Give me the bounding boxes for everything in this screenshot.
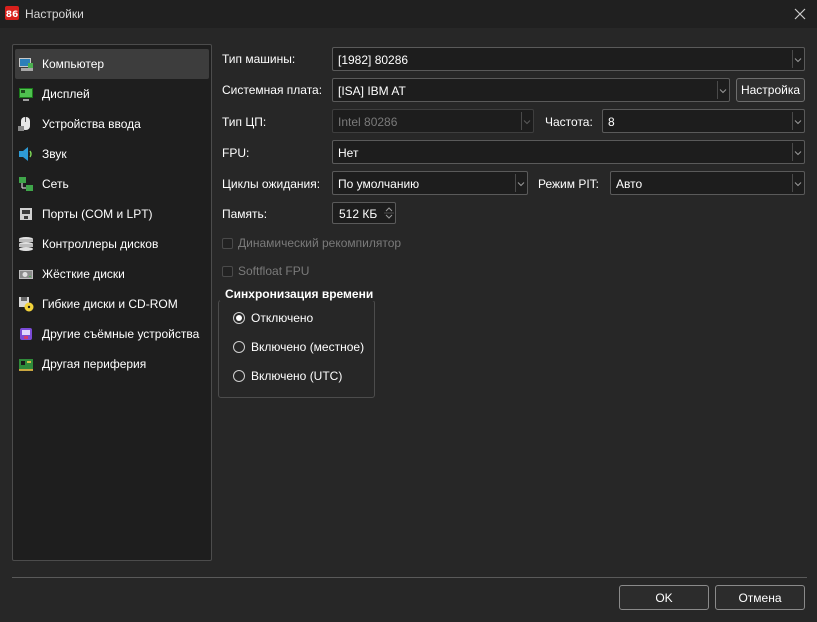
chevron-down-icon — [523, 120, 531, 125]
chevron-down-icon — [794, 120, 802, 125]
time-sync-local-radio[interactable]: Включено (местное) — [233, 340, 364, 354]
sidebar-item-label: Контроллеры дисков — [42, 237, 159, 251]
removable-devices-icon — [20, 328, 32, 340]
computer-settings-panel: Тип машины: [1982] 80286 Системная плата… — [217, 44, 807, 561]
sidebar-item-other-peripherals[interactable]: Другая периферия — [15, 349, 209, 379]
network-icon — [19, 177, 33, 191]
time-sync-title: Синхронизация времени — [220, 287, 379, 301]
softfloat-checkbox[interactable]: Softfloat FPU — [222, 264, 309, 278]
sidebar-item-computer[interactable]: Компьютер — [15, 49, 209, 79]
storage-controllers-icon — [19, 237, 33, 251]
spin-arrows-icon[interactable] — [384, 204, 394, 222]
cpu-label: Тип ЦП: — [222, 115, 267, 129]
chevron-down-icon — [517, 182, 525, 187]
memory-spinbox[interactable]: 512 КБ — [332, 202, 396, 224]
ports-icon — [20, 208, 32, 220]
fpu-label: FPU: — [222, 146, 250, 160]
sidebar-item-floppy-cdrom[interactable]: Гибкие диски и CD-ROM — [15, 289, 209, 319]
close-icon — [794, 8, 806, 20]
divider — [12, 577, 807, 578]
title-bar: 86 Настройки — [0, 0, 817, 28]
settings-sidebar: Компьютер Дисплей Устройства ввода Звук … — [12, 44, 212, 561]
floppy-cdrom-icon — [19, 297, 34, 312]
sidebar-item-label: Дисплей — [42, 87, 90, 101]
wait-states-select[interactable]: По умолчанию — [332, 171, 528, 195]
pit-mode-label: Режим PIT: — [538, 177, 600, 191]
configure-button[interactable]: Настройка — [736, 78, 805, 102]
sidebar-item-label: Сеть — [42, 177, 69, 191]
chevron-down-icon — [794, 58, 802, 63]
computer-icon — [19, 58, 33, 71]
sidebar-item-storage-controllers[interactable]: Контроллеры дисков — [15, 229, 209, 259]
sidebar-item-label: Порты (COM и LPT) — [42, 207, 153, 221]
machine-type-label: Тип машины: — [222, 52, 296, 66]
sidebar-item-ports[interactable]: Порты (COM и LPT) — [15, 199, 209, 229]
sidebar-item-input-devices[interactable]: Устройства ввода — [15, 109, 209, 139]
svg-text:86: 86 — [6, 10, 19, 20]
hard-disk-icon — [19, 270, 33, 279]
sidebar-item-label: Другая периферия — [42, 357, 147, 371]
display-icon — [19, 88, 33, 101]
board-label: Системная плата: — [222, 83, 323, 97]
dynarec-checkbox[interactable]: Динамический рекомпилятор — [222, 236, 401, 250]
memory-label: Память: — [222, 207, 268, 221]
frequency-label: Частота: — [545, 115, 593, 129]
sidebar-item-sound[interactable]: Звук — [15, 139, 209, 169]
window-title: Настройки — [25, 7, 84, 21]
chevron-down-icon — [794, 182, 802, 187]
sidebar-item-label: Другие съёмные устройства — [42, 327, 200, 341]
wait-states-label: Циклы ожидания: — [222, 177, 321, 191]
close-button[interactable] — [789, 3, 811, 25]
input-devices-icon — [18, 117, 30, 131]
sidebar-item-network[interactable]: Сеть — [15, 169, 209, 199]
sound-icon — [19, 147, 32, 161]
sidebar-item-label: Устройства ввода — [42, 117, 141, 131]
cpu-select[interactable]: Intel 80286 — [332, 109, 534, 133]
time-sync-utc-radio[interactable]: Включено (UTC) — [233, 369, 342, 383]
ok-button[interactable]: OK — [619, 585, 709, 610]
sidebar-item-removable-devices[interactable]: Другие съёмные устройства — [15, 319, 209, 349]
chevron-down-icon — [794, 151, 802, 156]
machine-type-select[interactable]: [1982] 80286 — [332, 47, 805, 71]
sidebar-item-label: Компьютер — [42, 57, 105, 71]
chevron-down-icon — [719, 89, 727, 94]
sidebar-item-display[interactable]: Дисплей — [15, 79, 209, 109]
cancel-button[interactable]: Отмена — [715, 585, 805, 610]
86box-icon: 86 — [5, 6, 19, 20]
sidebar-item-hard-disks[interactable]: Жёсткие диски — [15, 259, 209, 289]
frequency-select[interactable]: 8 — [602, 109, 805, 133]
pit-mode-select[interactable]: Авто — [610, 171, 805, 195]
other-peripherals-icon — [19, 359, 33, 371]
time-sync-disabled-radio[interactable]: Отключено — [233, 311, 313, 325]
sidebar-item-label: Жёсткие диски — [42, 267, 125, 281]
board-select[interactable]: [ISA] IBM AT — [332, 78, 730, 102]
sidebar-item-label: Гибкие диски и CD-ROM — [42, 297, 178, 311]
sidebar-item-label: Звук — [42, 147, 67, 161]
fpu-select[interactable]: Нет — [332, 140, 805, 164]
